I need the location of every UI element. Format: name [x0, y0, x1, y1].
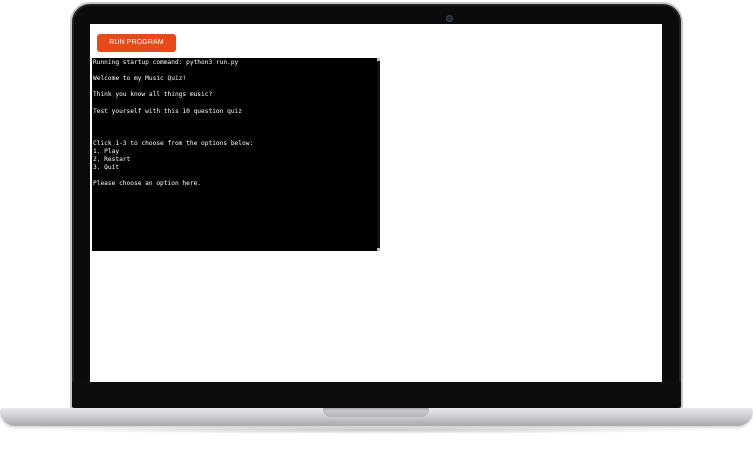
screen-bottom-bezel — [72, 382, 681, 408]
terminal-line: 2. Restart — [93, 156, 131, 164]
webcam-icon — [446, 15, 453, 22]
terminal-scrollbar[interactable] — [377, 58, 380, 251]
terminal-window[interactable]: Running startup command: python3 run.py … — [92, 58, 380, 251]
terminal-line: Please choose an option here. — [93, 180, 202, 188]
laptop-screen: RUN PROGRAM Running startup command: pyt… — [90, 24, 662, 382]
terminal-line: Running startup command: python3 run.py — [93, 59, 239, 66]
terminal-line: Welcome to my Music Quiz! — [93, 75, 187, 83]
terminal-line: 3. Quit — [93, 164, 120, 172]
terminal-line: Test yourself with this 10 question quiz — [93, 107, 243, 115]
terminal-line: Think you know all things music? — [93, 91, 213, 99]
terminal-line: 1. Play — [93, 148, 120, 156]
laptop-opening-notch — [323, 408, 429, 417]
terminal-line: Click 1-3 to choose from the options bel… — [93, 139, 254, 147]
laptop-shadow — [35, 426, 718, 434]
run-program-button[interactable]: RUN PROGRAM — [97, 34, 176, 52]
laptop-mockup: RUN PROGRAM Running startup command: pyt… — [0, 0, 753, 450]
